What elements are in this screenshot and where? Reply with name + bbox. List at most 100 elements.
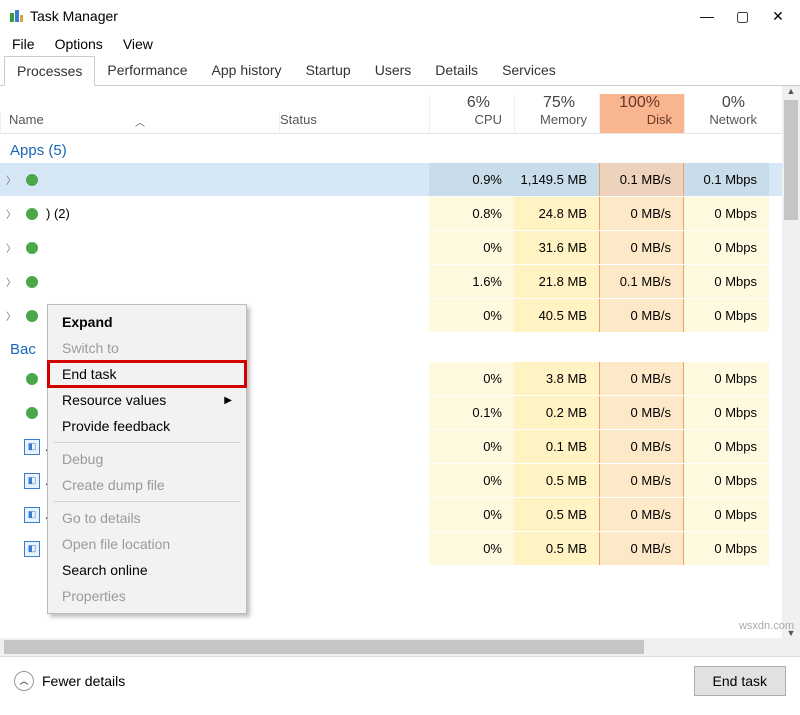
app-icon [24, 172, 40, 188]
fewer-details-toggle[interactable]: ︿ Fewer details [14, 671, 125, 691]
memory-cell: 0.5 MB [514, 532, 599, 565]
table-row[interactable]: 〉) (2) 0.8% 24.8 MB 0 MB/s 0 Mbps [0, 197, 800, 231]
context-menu: Expand Switch to End task Resource value… [47, 304, 247, 614]
tab-strip: Processes Performance App history Startu… [0, 56, 800, 86]
process-name: ) (2) [46, 206, 70, 221]
section-apps[interactable]: Apps (5) [0, 134, 800, 163]
maximize-button[interactable]: ▢ [736, 8, 748, 25]
ctx-debug: Debug [48, 446, 246, 472]
disk-cell: 0 MB/s [599, 498, 684, 531]
network-cell: 0 Mbps [684, 299, 769, 332]
expand-icon[interactable]: 〉 [6, 206, 18, 221]
tab-performance[interactable]: Performance [95, 56, 199, 85]
ctx-properties: Properties [48, 583, 246, 609]
network-cell: 0 Mbps [684, 265, 769, 298]
expand-icon[interactable]: 〉 [6, 240, 18, 255]
menu-file[interactable]: File [4, 34, 43, 54]
cpu-cell: 0.9% [429, 163, 514, 196]
app-icon [8, 8, 24, 24]
network-cell: 0 Mbps [684, 231, 769, 264]
ctx-search-online[interactable]: Search online [48, 557, 246, 583]
network-cell: 0 Mbps [684, 532, 769, 565]
tab-users[interactable]: Users [363, 56, 424, 85]
sort-indicator-icon: ︿ [135, 114, 145, 129]
tab-app-history[interactable]: App history [200, 56, 294, 85]
app-icon [24, 240, 40, 256]
cpu-cell: 0% [429, 498, 514, 531]
memory-cell: 1,149.5 MB [514, 163, 599, 196]
network-cell: 0.1 Mbps [684, 163, 769, 196]
service-icon: ◧ [24, 507, 40, 523]
service-icon: ◧ [24, 541, 40, 557]
vertical-scrollbar[interactable]: ▲ ▼ [782, 86, 800, 656]
col-header-disk[interactable]: 100%Disk [599, 94, 684, 133]
network-cell: 0 Mbps [684, 396, 769, 429]
network-cell: 0 Mbps [684, 197, 769, 230]
app-icon [24, 206, 40, 222]
col-header-memory[interactable]: 75%Memory [514, 94, 599, 133]
disk-cell: 0 MB/s [599, 464, 684, 497]
scroll-up-icon[interactable]: ▲ [782, 86, 800, 96]
col-header-network[interactable]: 0%Network [684, 94, 769, 133]
submenu-arrow-icon: ▶ [224, 395, 232, 406]
app-icon [24, 371, 40, 387]
window-title: Task Manager [30, 8, 700, 24]
cpu-cell: 0% [429, 231, 514, 264]
table-row[interactable]: 〉 0.9% 1,149.5 MB 0.1 MB/s 0.1 Mbps [0, 163, 800, 197]
cpu-cell: 0% [429, 362, 514, 395]
col-header-cpu[interactable]: 6%CPU [429, 94, 514, 133]
disk-cell: 0 MB/s [599, 197, 684, 230]
memory-cell: 0.1 MB [514, 430, 599, 463]
tab-details[interactable]: Details [423, 56, 490, 85]
cpu-cell: 1.6% [429, 265, 514, 298]
expand-icon[interactable]: 〉 [6, 172, 18, 187]
ctx-create-dump: Create dump file [48, 472, 246, 498]
ctx-switch-to: Switch to [48, 335, 246, 361]
ctx-provide-feedback[interactable]: Provide feedback [48, 413, 246, 439]
cpu-cell: 0% [429, 464, 514, 497]
tab-processes[interactable]: Processes [4, 56, 95, 86]
menu-options[interactable]: Options [47, 34, 111, 54]
memory-cell: 3.8 MB [514, 362, 599, 395]
network-cell: 0 Mbps [684, 430, 769, 463]
ctx-resource-values[interactable]: Resource values ▶ [48, 387, 246, 413]
close-button[interactable]: ✕ [772, 8, 784, 25]
tab-services[interactable]: Services [490, 56, 568, 85]
disk-cell: 0 MB/s [599, 362, 684, 395]
service-icon: ◧ [24, 439, 40, 455]
disk-cell: 0 MB/s [599, 396, 684, 429]
network-cell: 0 Mbps [684, 362, 769, 395]
ctx-expand[interactable]: Expand [48, 309, 246, 335]
ctx-go-to-details: Go to details [48, 505, 246, 531]
tab-startup[interactable]: Startup [294, 56, 363, 85]
horizontal-scrollbar[interactable] [0, 638, 782, 656]
expand-icon[interactable]: 〉 [6, 274, 18, 289]
disk-cell: 0.1 MB/s [599, 265, 684, 298]
app-icon [24, 308, 40, 324]
scroll-thumb[interactable] [784, 100, 798, 220]
menu-bar: File Options View [0, 32, 800, 56]
minimize-button[interactable]: — [700, 8, 712, 25]
col-header-status[interactable]: Status [279, 112, 429, 133]
content-area: ︿ Name Status 6%CPU 75%Memory 100%Disk 0… [0, 86, 800, 656]
disk-cell: 0 MB/s [599, 532, 684, 565]
expand-icon[interactable]: 〉 [6, 308, 18, 323]
memory-cell: 31.6 MB [514, 231, 599, 264]
disk-cell: 0 MB/s [599, 299, 684, 332]
col-header-name[interactable]: ︿ Name [0, 112, 279, 133]
disk-cell: 0.1 MB/s [599, 163, 684, 196]
menu-view[interactable]: View [115, 34, 161, 54]
cpu-cell: 0% [429, 532, 514, 565]
memory-cell: 0.5 MB [514, 464, 599, 497]
cpu-cell: 0.8% [429, 197, 514, 230]
end-task-button[interactable]: End task [694, 666, 786, 696]
table-row[interactable]: 〉 0% 31.6 MB 0 MB/s 0 Mbps [0, 231, 800, 265]
memory-cell: 21.8 MB [514, 265, 599, 298]
watermark: wsxdn.com [739, 620, 794, 632]
table-row[interactable]: 〉 1.6% 21.8 MB 0.1 MB/s 0 Mbps [0, 265, 800, 299]
ctx-end-task[interactable]: End task [48, 361, 246, 387]
memory-cell: 0.2 MB [514, 396, 599, 429]
hscroll-thumb[interactable] [4, 640, 644, 654]
disk-cell: 0 MB/s [599, 430, 684, 463]
service-icon: ◧ [24, 473, 40, 489]
